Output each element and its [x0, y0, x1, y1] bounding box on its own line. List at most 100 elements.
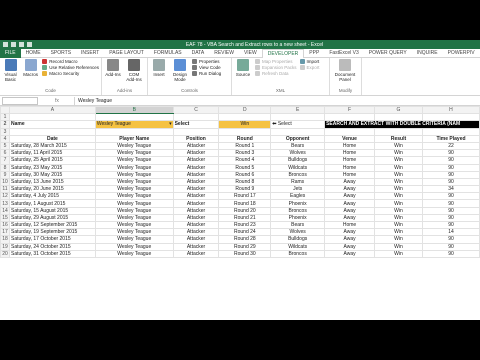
dropdown-arrow-icon[interactable]: ▾	[169, 122, 172, 127]
cell-date[interactable]: Saturday, 24 October 2015	[8, 242, 96, 251]
tab-insert[interactable]: INSERT	[76, 49, 104, 58]
cell-opponent[interactable]: Wildcats	[270, 163, 326, 172]
cell-opponent[interactable]: Bears	[270, 220, 326, 230]
result-criteria-cell[interactable]: Win	[218, 120, 272, 129]
cell[interactable]	[218, 113, 272, 122]
tab-data[interactable]: DATA	[187, 49, 210, 58]
cell-venue[interactable]: Away	[324, 192, 376, 201]
cell-date[interactable]: Saturday, 4 July 2015	[8, 192, 96, 201]
cell-opponent[interactable]: Wolves	[270, 149, 326, 158]
cell-time-played[interactable]: 90	[421, 206, 480, 215]
fx-icon[interactable]: fx	[40, 98, 74, 104]
cell-opponent[interactable]: Phoenix	[270, 199, 326, 208]
cell[interactable]	[374, 113, 423, 122]
save-icon[interactable]	[11, 42, 16, 47]
cell[interactable]	[94, 127, 174, 136]
macro-security-button[interactable]: Macro Security	[42, 71, 99, 76]
cell-date[interactable]: Saturday, 30 May 2015	[8, 170, 96, 179]
cell-result[interactable]: Win	[374, 141, 423, 151]
cell-time-played[interactable]: 90	[421, 177, 480, 187]
tab-review[interactable]: REVIEW	[209, 49, 239, 58]
header-player-name[interactable]: Player Name	[94, 134, 174, 143]
cell-time-played[interactable]: 90	[421, 220, 480, 230]
cell-date[interactable]: Saturday, 12 September 2015	[8, 220, 96, 230]
cell-result[interactable]: Win	[374, 242, 423, 251]
cell-time-played[interactable]: 90	[421, 170, 480, 179]
column-header-b[interactable]: B	[94, 105, 174, 115]
cell-result[interactable]: Win	[374, 149, 423, 158]
cell[interactable]	[421, 113, 480, 122]
cell[interactable]	[270, 127, 326, 136]
row-header[interactable]: 14	[0, 206, 10, 215]
row-header[interactable]: 12	[0, 192, 10, 201]
cell-date[interactable]: Saturday, 20 June 2015	[8, 185, 96, 194]
cell-venue[interactable]: Away	[324, 228, 376, 237]
cell-date[interactable]: Saturday, 1 August 2015	[8, 199, 96, 208]
cell-date[interactable]: Saturday, 11 April 2015	[8, 149, 96, 158]
row-header[interactable]: 3	[0, 127, 10, 136]
cell-opponent[interactable]: Broncos	[270, 249, 326, 258]
import-button[interactable]: Import	[299, 59, 320, 64]
cell-opponent[interactable]: Wildcats	[270, 242, 326, 251]
cell-time-played[interactable]: 90	[421, 149, 480, 158]
cell-position[interactable]: Attacker	[172, 213, 220, 223]
row-header[interactable]: 11	[0, 185, 10, 194]
row-header[interactable]: 7	[0, 156, 10, 165]
cell-position[interactable]: Attacker	[172, 242, 220, 251]
visual-basic-button[interactable]: Visual Basic	[2, 59, 19, 82]
cell-opponent[interactable]: Bulldogs	[270, 156, 326, 165]
cell-venue[interactable]: Away	[324, 235, 376, 244]
cell-venue[interactable]: Away	[324, 185, 376, 194]
record-macro-button[interactable]: Record Macro	[42, 59, 99, 64]
cell-result[interactable]: Win	[374, 220, 423, 230]
cell-player-name[interactable]: Wesley Teague	[94, 177, 174, 187]
tab-page-layout[interactable]: PAGE LAYOUT	[104, 49, 149, 58]
cell-position[interactable]: Attacker	[172, 199, 220, 208]
cell-time-played[interactable]: 34	[421, 185, 480, 194]
cell-result[interactable]: Win	[374, 170, 423, 179]
cell-opponent[interactable]: Rams	[270, 177, 326, 187]
map-properties-button[interactable]: Map Properties	[255, 59, 297, 64]
cell-position[interactable]: Attacker	[172, 220, 220, 230]
cell-round[interactable]: Round 18	[218, 199, 272, 208]
row-header[interactable]: 8	[0, 163, 10, 172]
row-header[interactable]: 16	[0, 220, 10, 230]
source-button[interactable]: Source	[234, 59, 252, 77]
cell-result[interactable]: Win	[374, 185, 423, 194]
cell-round[interactable]: Round 5	[218, 163, 272, 172]
select-label-cell[interactable]: Select	[172, 120, 220, 129]
cell-round[interactable]: Round 1	[218, 141, 272, 151]
row-header[interactable]: 9	[0, 170, 10, 179]
cell-date[interactable]: Saturday, 17 October 2015	[8, 235, 96, 244]
cell-date[interactable]: Saturday, 19 September 2015	[8, 228, 96, 237]
column-header-c[interactable]: C	[172, 105, 220, 115]
relative-references-button[interactable]: Use Relative References	[42, 65, 99, 70]
row-header[interactable]: 20	[0, 249, 10, 258]
cell-position[interactable]: Attacker	[172, 170, 220, 179]
cell-round[interactable]: Round 30	[218, 249, 272, 258]
header-venue[interactable]: Venue	[324, 134, 376, 143]
tab-view[interactable]: VIEW	[239, 49, 262, 58]
cell-position[interactable]: Attacker	[172, 156, 220, 165]
cell[interactable]	[8, 113, 96, 122]
cell-round[interactable]: Round 3	[218, 149, 272, 158]
properties-button[interactable]: Properties	[192, 59, 221, 64]
cell-player-name[interactable]: Wesley Teague	[94, 235, 174, 244]
row-header[interactable]: 15	[0, 213, 10, 223]
header-date[interactable]: Date	[8, 134, 96, 143]
cell-result[interactable]: Win	[374, 235, 423, 244]
cell-time-played[interactable]: 22	[421, 141, 480, 151]
name-label-cell[interactable]: Name	[8, 120, 96, 129]
tab-developer[interactable]: DEVELOPER	[261, 48, 305, 58]
cell-opponent[interactable]: Bears	[270, 141, 326, 151]
cell-position[interactable]: Attacker	[172, 235, 220, 244]
cell-opponent[interactable]: Eagles	[270, 192, 326, 201]
cell-player-name[interactable]: Wesley Teague	[94, 199, 174, 208]
cell-player-name[interactable]: Wesley Teague	[94, 220, 174, 230]
cell-round[interactable]: Round 24	[218, 228, 272, 237]
cell-player-name[interactable]: Wesley Teague	[94, 206, 174, 215]
cell-date[interactable]: Saturday, 13 June 2015	[8, 177, 96, 187]
cell-position[interactable]: Attacker	[172, 141, 220, 151]
cell-round[interactable]: Round 17	[218, 192, 272, 201]
cell-opponent[interactable]: Phoenix	[270, 213, 326, 223]
